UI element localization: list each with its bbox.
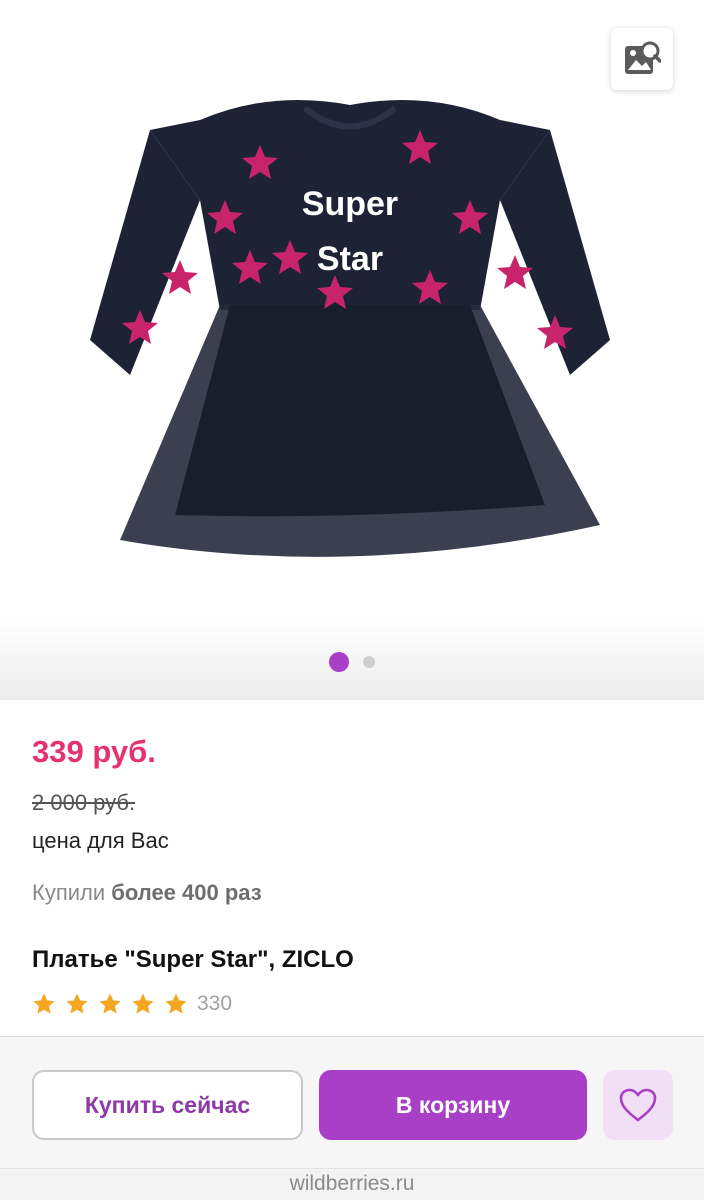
print-text-line2: Star	[317, 240, 383, 278]
gallery-pagination	[0, 652, 704, 672]
buy-now-button[interactable]: Купить сейчас	[32, 1070, 303, 1140]
star-icon	[132, 993, 154, 1014]
star-icon	[165, 993, 187, 1014]
bought-prefix: Купили	[32, 880, 106, 905]
favorite-button[interactable]	[603, 1070, 673, 1140]
product-gallery[interactable]: Super Star	[0, 0, 704, 700]
browser-url-bar[interactable]: wildberries.ru	[0, 1168, 704, 1200]
star-icon	[33, 993, 55, 1014]
star-icon	[66, 993, 88, 1014]
current-price: 339 руб.	[32, 734, 156, 769]
print-text-line1: Super	[302, 185, 398, 223]
image-search-icon	[625, 41, 661, 74]
bought-value: более 400 раз	[111, 880, 262, 905]
price-note: цена для Вас	[32, 828, 169, 853]
pagination-dot[interactable]	[363, 656, 375, 668]
product-rating[interactable]: 330	[32, 992, 232, 1016]
product-image[interactable]: Super Star	[80, 90, 620, 590]
star-icon	[99, 993, 121, 1014]
product-title: Платье "Super Star", ZICLO	[32, 946, 354, 973]
image-search-button[interactable]	[611, 28, 673, 90]
pagination-dot-active[interactable]	[329, 652, 349, 672]
review-count[interactable]: 330	[197, 992, 232, 1016]
old-price: 2 000 руб.	[32, 790, 136, 815]
heart-icon	[619, 1088, 657, 1122]
purchase-action-bar: Купить сейчас В корзину	[0, 1036, 704, 1168]
add-to-cart-button[interactable]: В корзину	[319, 1070, 587, 1140]
bought-count: Купили более 400 раз	[32, 880, 262, 906]
